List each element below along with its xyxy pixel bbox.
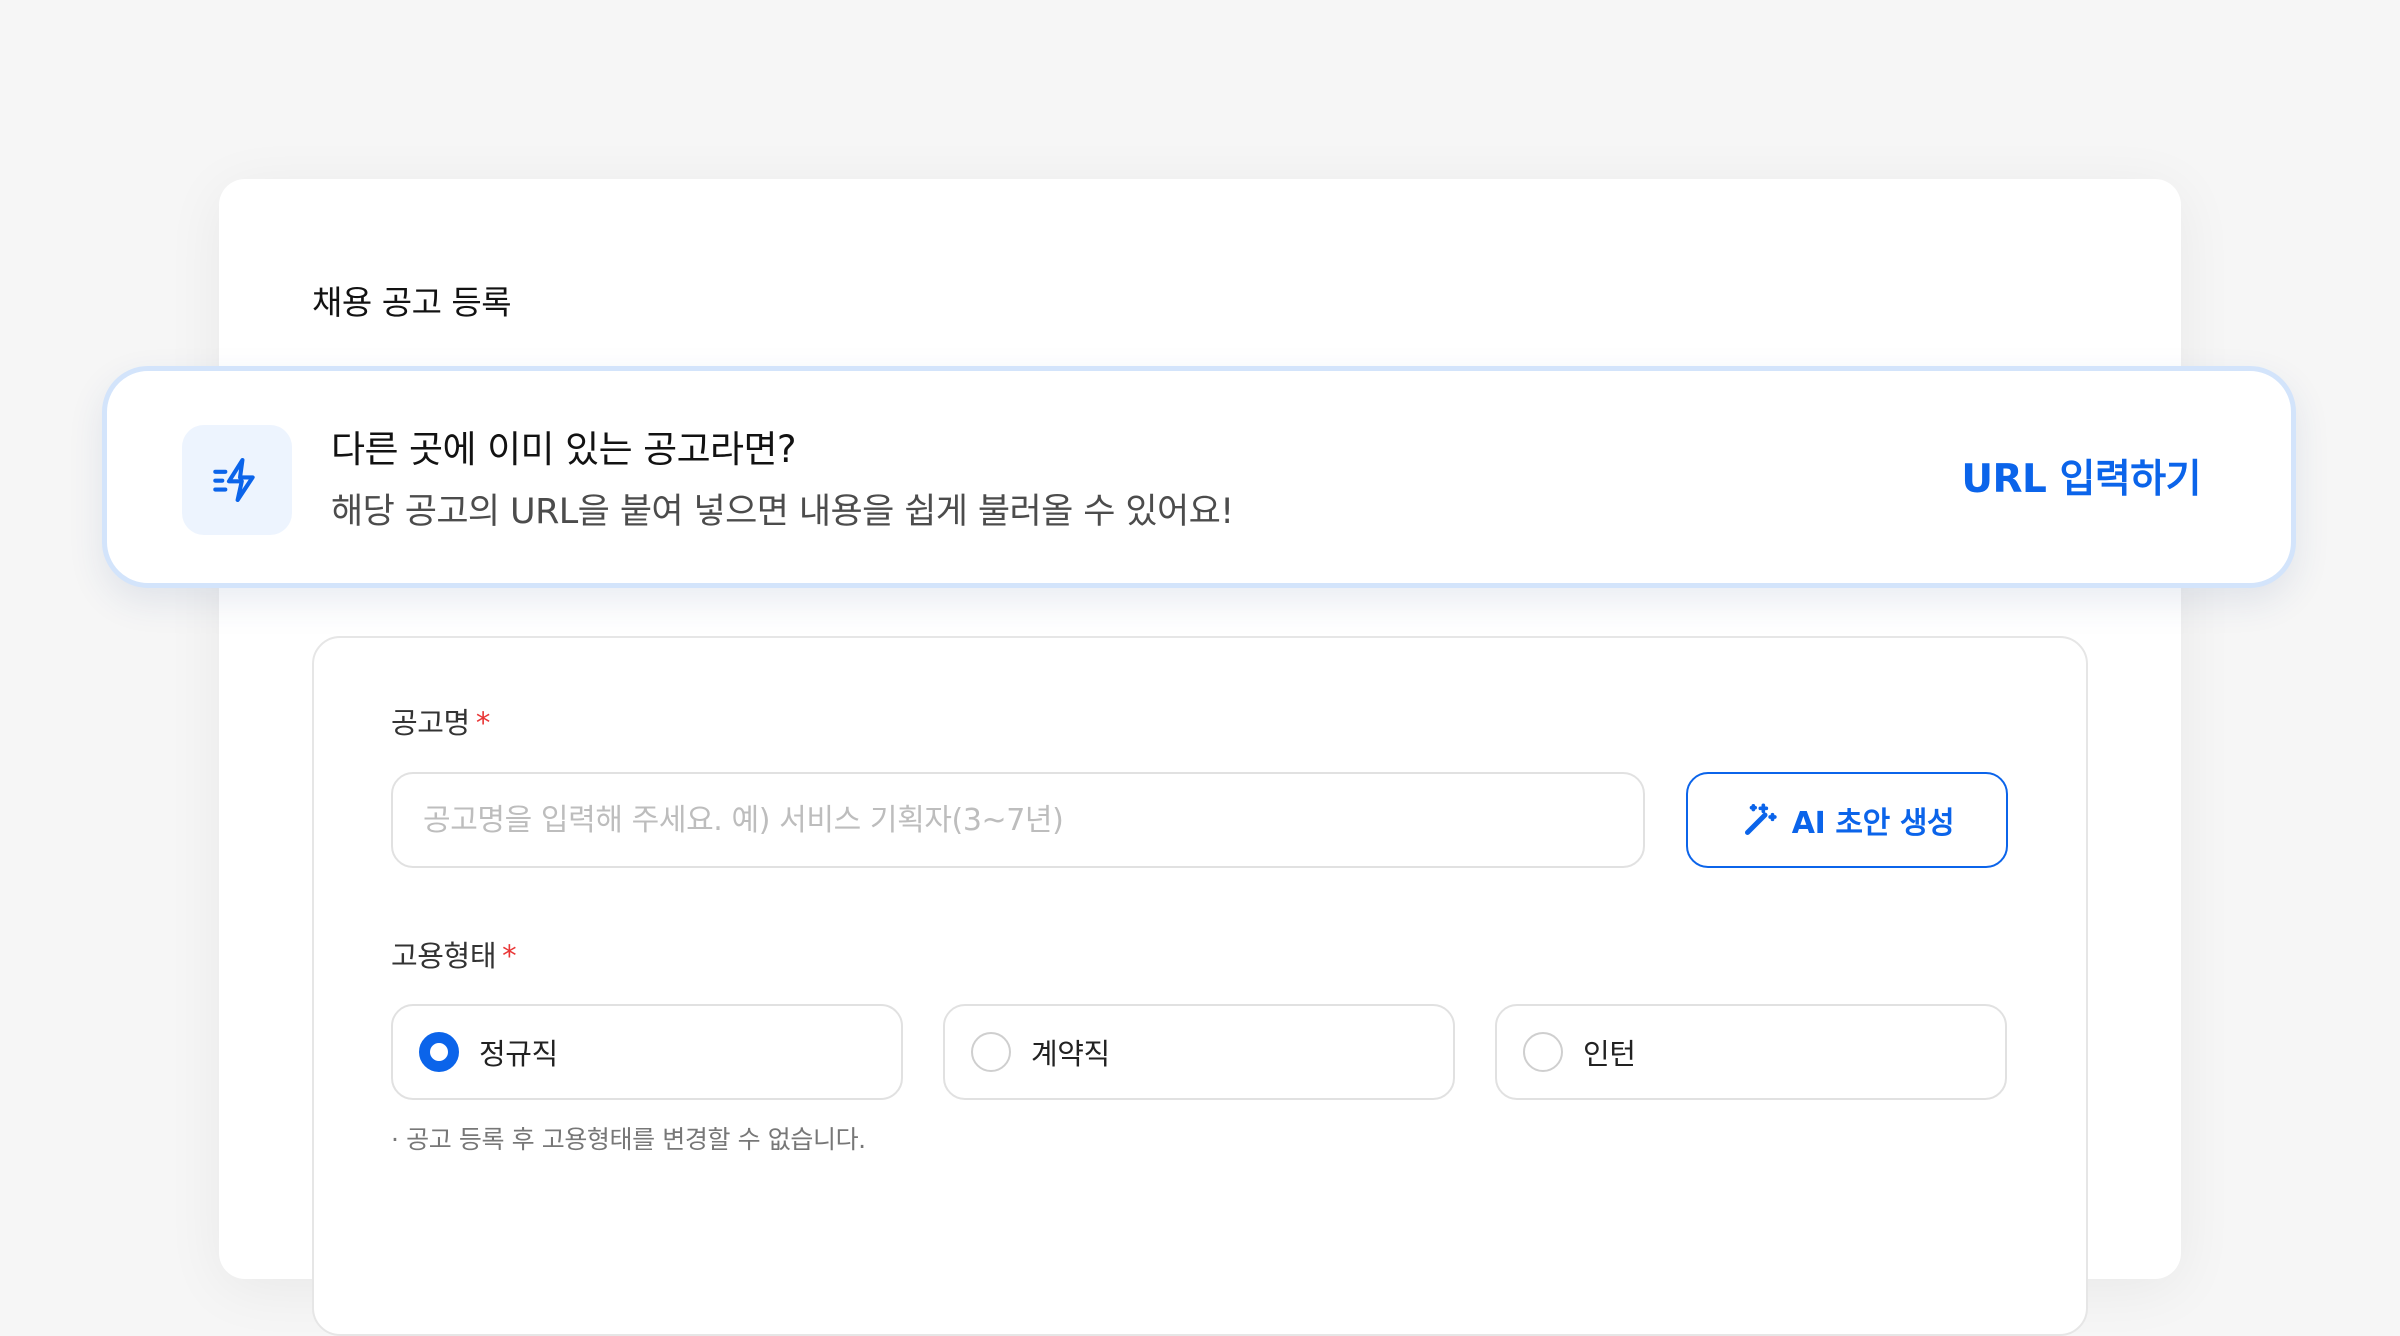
banner-title: 다른 곳에 이미 있는 공고라면?	[331, 428, 797, 471]
employment-option-intern[interactable]: 인턴	[1495, 1004, 2007, 1100]
employment-type-label-text: 고용형태	[391, 939, 497, 973]
ai-draft-button-label: AI 초안 생성	[1791, 806, 1955, 841]
magic-wand-icon	[1744, 803, 1777, 835]
radio-unchecked-icon[interactable]	[971, 1032, 1011, 1072]
form-section	[312, 636, 2088, 1336]
radio-checked-icon[interactable]	[419, 1032, 459, 1072]
radio-label: 정규직	[479, 1037, 558, 1071]
employment-type-label: 고용형태 *	[391, 937, 517, 975]
required-mark: *	[475, 706, 491, 740]
employment-option-fulltime[interactable]: 정규직	[391, 1004, 903, 1100]
employment-type-help-text: · 공고 등록 후 고용형태를 변경할 수 없습니다.	[391, 1125, 866, 1154]
page-title: 채용 공고 등록	[312, 283, 512, 322]
url-input-link[interactable]: URL 입력하기	[1961, 455, 2201, 505]
banner-icon-container	[182, 425, 292, 535]
url-import-banner: 다른 곳에 이미 있는 공고라면? 해당 공고의 URL을 붙여 넣으면 내용을…	[102, 366, 2296, 588]
banner-subtitle: 해당 공고의 URL을 붙여 넣으면 내용을 쉽게 불러올 수 있어요!	[331, 492, 1234, 532]
radio-unchecked-icon[interactable]	[1523, 1032, 1563, 1072]
employment-option-contract[interactable]: 계약직	[943, 1004, 1455, 1100]
lightning-bolt-icon	[213, 458, 255, 502]
job-title-label-text: 공고명	[391, 706, 470, 740]
ai-draft-button[interactable]: AI 초안 생성	[1686, 772, 2008, 868]
radio-label: 계약직	[1031, 1037, 1110, 1071]
required-mark: *	[502, 939, 517, 973]
radio-label: 인턴	[1583, 1037, 1636, 1071]
job-title-label: 공고명 *	[391, 704, 490, 742]
job-title-input[interactable]	[391, 772, 1645, 868]
